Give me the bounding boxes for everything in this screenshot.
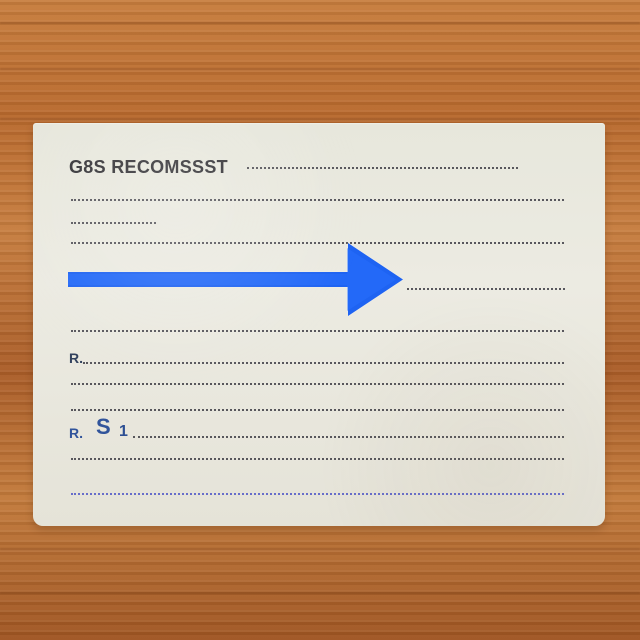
dotted-line xyxy=(133,436,564,438)
dotted-line xyxy=(71,199,564,201)
wood-grain-line xyxy=(0,68,640,70)
wood-grain-line xyxy=(0,548,640,550)
paper-card: G8S RECOMSSST R. R. S 1 xyxy=(33,123,605,526)
wood-grain-line xyxy=(0,592,640,594)
dotted-line xyxy=(247,167,518,169)
right-arrow-icon xyxy=(68,243,403,316)
dotted-line xyxy=(83,362,564,364)
handwritten-r-mark: R. xyxy=(69,350,83,366)
dotted-line xyxy=(71,458,564,460)
dotted-line xyxy=(71,409,564,411)
handwritten-r-mark: R. xyxy=(69,425,83,441)
photo-scene: G8S RECOMSSST R. R. S 1 xyxy=(0,0,640,640)
dotted-line xyxy=(71,222,156,224)
blue-dotted-line xyxy=(71,493,564,495)
handwritten-one-mark: 1 xyxy=(119,423,128,440)
dotted-line xyxy=(407,288,565,290)
dotted-line xyxy=(71,383,564,385)
card-title: G8S RECOMSSST xyxy=(69,157,228,177)
wood-grain-line xyxy=(0,22,640,24)
wood-grain-line xyxy=(0,118,640,120)
handwritten-s-mark: S xyxy=(96,414,112,439)
dotted-line xyxy=(71,330,564,332)
